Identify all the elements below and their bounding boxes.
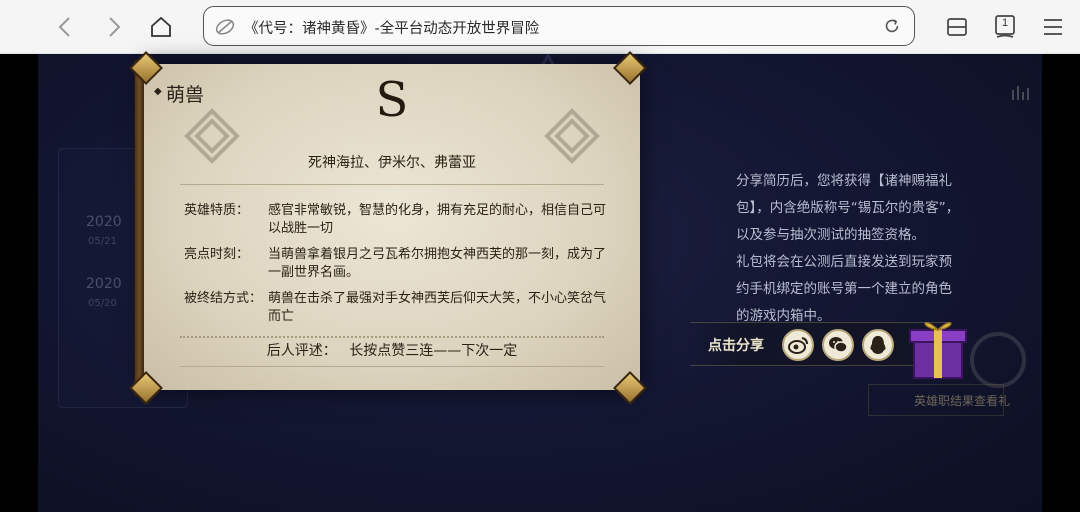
forward-button[interactable] <box>95 8 133 46</box>
address-bar[interactable]: 《代号：诸神黄昏》-全平台动态开放世界冒险 <box>203 6 915 46</box>
hero-result-card: ◆ 萌兽 S 死神海拉、伊米尔、弗蕾亚 英雄特质： 感官非常敏锐，智慧的化身，拥… <box>144 64 640 390</box>
background-circle-icon <box>970 332 1026 388</box>
divider <box>180 184 604 185</box>
review-value: 长按点赞三连——下次一定 <box>349 343 518 359</box>
weibo-icon <box>788 337 808 354</box>
site-identity-icon <box>215 19 235 35</box>
news-year: 2020 <box>86 276 122 292</box>
share-weibo-button[interactable] <box>782 329 814 361</box>
hero-gods: 死神海拉、伊米尔、弗蕾亚 <box>308 155 476 171</box>
row-value: 当萌兽拿着银月之弓瓦希尔拥抱女神西芙的那一刻，成为了一副世界名画。 <box>268 247 607 280</box>
browser-toolbar: 《代号：诸神黄昏》-全平台动态开放世界冒险 1 <box>0 0 1080 54</box>
row-value: 感官非常敏锐，智慧的化身，拥有充足的耐心，相信自己可以战胜一切 <box>268 203 607 236</box>
row-label: 亮点时刻： <box>184 247 250 262</box>
page-count: 1 <box>1001 17 1009 29</box>
row-label: 英雄特质： <box>184 203 250 218</box>
chevron-left-icon <box>58 17 70 37</box>
back-button[interactable] <box>46 8 84 46</box>
page-count-icon: 1 <box>994 14 1016 40</box>
news-date: 05/21 <box>88 236 117 247</box>
tab-switcher-button[interactable] <box>938 8 976 46</box>
news-year: 2020 <box>86 214 122 230</box>
wechat-icon <box>829 337 848 353</box>
home-icon <box>151 16 171 37</box>
share-wechat-button[interactable] <box>822 329 854 361</box>
pages-button[interactable]: 1 <box>986 8 1024 46</box>
divider <box>180 336 604 338</box>
reload-icon[interactable] <box>882 16 902 36</box>
share-description: 分享简历后，您将获得【诸神赐福礼包】，内含绝版称号“锡瓦尔的贵客”，以及参与抽次… <box>736 168 960 330</box>
page-title[interactable]: 《代号：诸神黄昏》-全平台动态开放世界冒险 <box>244 17 539 38</box>
left-letterbox <box>0 54 38 512</box>
share-qq-button[interactable] <box>862 329 894 361</box>
right-letterbox <box>1042 54 1080 512</box>
chevron-right-icon <box>109 17 121 37</box>
review-line[interactable]: 后人评述： 长按点赞三连——下次一定 <box>144 340 640 360</box>
review-label: 后人评述： <box>266 343 337 359</box>
qq-icon <box>870 336 886 354</box>
tabs-icon <box>947 18 967 36</box>
hero-grade: S <box>375 72 409 128</box>
sound-icon[interactable] <box>1010 82 1030 102</box>
row-label: 被终结方式： <box>184 291 263 306</box>
row-value: 萌兽在击杀了最强对手女神西芙后仰天大笑，不小心笑岔气而亡 <box>268 291 607 324</box>
hero-result-label: 英雄职结果查看礼 <box>914 394 1011 408</box>
home-button[interactable] <box>142 8 180 46</box>
divider <box>180 366 604 367</box>
menu-button[interactable] <box>1034 8 1072 46</box>
share-paragraph-1: 分享简历后，您将获得【诸神赐福礼包】，内含绝版称号“锡瓦尔的贵客”，以及参与抽次… <box>736 173 960 243</box>
menu-icon <box>1044 19 1062 35</box>
share-label: 点击分享 <box>708 338 764 354</box>
news-date: 05/20 <box>88 298 117 309</box>
